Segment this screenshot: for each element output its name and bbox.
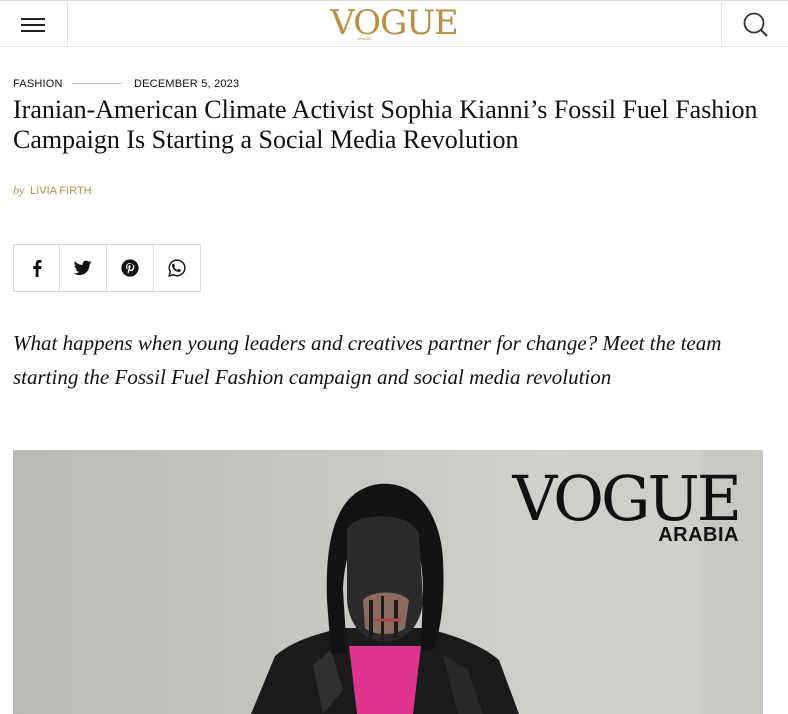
pinterest-icon (121, 259, 139, 277)
twitter-icon (74, 260, 92, 275)
hero-magazine-logo: VOGUE ARABIA (512, 462, 742, 547)
search-icon (743, 12, 768, 37)
share-buttons (13, 244, 201, 292)
hero-logo-word: VOGUE (512, 462, 742, 535)
whatsapp-icon (168, 259, 186, 277)
logo-text: VOGUE (330, 3, 458, 43)
category-link[interactable]: FASHION (13, 76, 63, 92)
publish-date: DECEMBER 5, 2023 (134, 78, 240, 90)
byline: by LIVIA FIRTH (13, 183, 92, 198)
article-headline: Iranian-American Climate Activist Sophia… (13, 95, 758, 154)
search-button[interactable] (721, 2, 788, 46)
facebook-icon (32, 260, 42, 277)
byline-prefix: by (13, 183, 25, 197)
share-twitter-button[interactable] (60, 244, 107, 292)
hero-image: VOGUE ARABIA (13, 450, 763, 714)
top-navigation-bar: VOGUE ARABIA (0, 0, 788, 47)
share-facebook-button[interactable] (13, 244, 60, 292)
article-dek: What happens when young leaders and crea… (13, 331, 722, 389)
author-link[interactable]: LIVIA FIRTH (30, 185, 92, 197)
site-logo[interactable]: VOGUE ARABIA (0, 5, 788, 41)
share-pinterest-button[interactable] (107, 244, 154, 292)
meta-divider (72, 83, 122, 84)
logo-sub-text: ARABIA (357, 36, 372, 41)
share-whatsapp-button[interactable] (154, 244, 201, 292)
